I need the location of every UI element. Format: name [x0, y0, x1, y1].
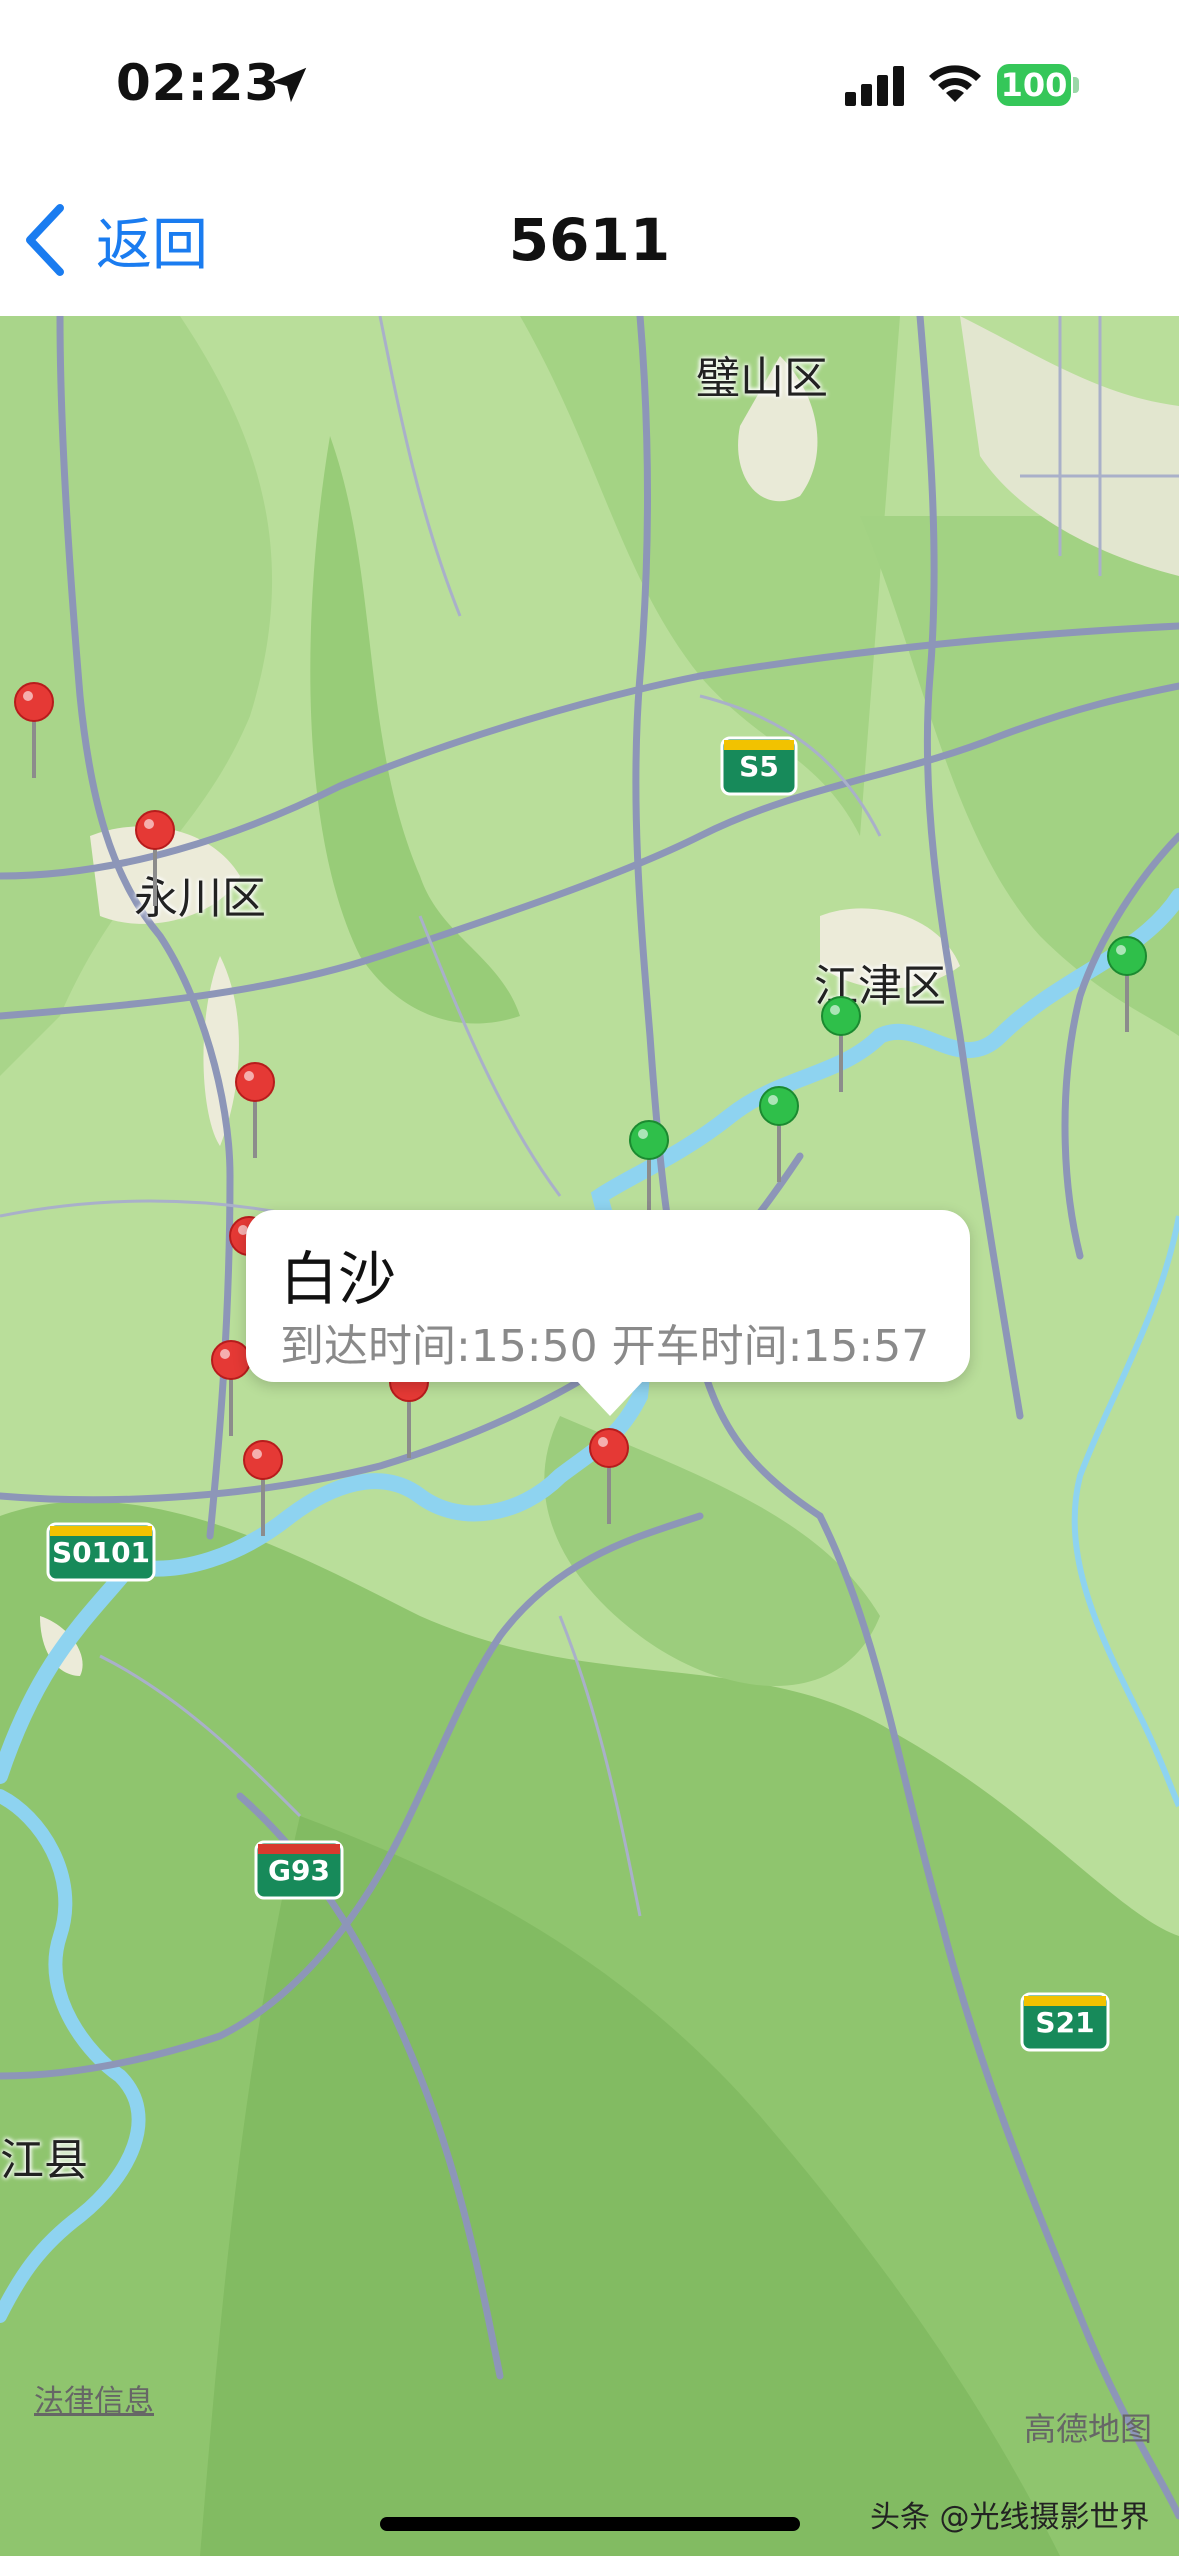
map-view[interactable]: 璧山区 永川区 江津区 江县 S5 S0101 G93 S21 白沙 到达时间:…	[0, 316, 1179, 2556]
highway-shield-s0101: S0101	[46, 1522, 156, 1582]
highway-shield-g93: G93	[254, 1840, 344, 1900]
callout-station-name: 白沙	[280, 1245, 397, 1313]
watermark: 头条 @光线摄影世界	[870, 2500, 1150, 2535]
station-pin-selected[interactable]	[584, 1428, 634, 1528]
place-label-bishan: 璧山区	[696, 353, 828, 404]
map-provider-logo: 高德地图	[1024, 2410, 1153, 2448]
station-pin-red[interactable]	[130, 810, 180, 910]
legal-info-link[interactable]: 法律信息	[34, 2376, 154, 2420]
status-time: 02:23	[116, 54, 281, 112]
highway-shield-s5: S5	[720, 736, 798, 796]
station-pin-green[interactable]	[624, 1120, 674, 1220]
battery-level: 100	[1000, 66, 1068, 104]
callout-times: 到达时间:15:50 开车时间:15:57	[280, 1321, 930, 1372]
wifi-icon	[929, 65, 981, 102]
status-bar: 02:23 100	[0, 0, 1179, 170]
location-arrow-icon	[271, 67, 307, 103]
station-pin-green[interactable]	[816, 996, 866, 1096]
cellular-signal-icon	[845, 66, 904, 106]
highway-shield-s21: S21	[1020, 1992, 1110, 2052]
station-pin-red[interactable]	[230, 1062, 280, 1162]
callout-tail	[576, 1380, 644, 1416]
place-label-jiangxian: 江县	[0, 2135, 88, 2186]
station-pin-red[interactable]	[9, 682, 59, 782]
home-indicator	[380, 2517, 800, 2531]
battery-icon: 100	[997, 64, 1081, 108]
navigation-bar: 返回 5611	[0, 170, 1179, 316]
station-pin-green[interactable]	[1102, 936, 1152, 1036]
station-callout[interactable]: 白沙 到达时间:15:50 开车时间:15:57	[246, 1210, 970, 1416]
page-title: 5611	[508, 206, 671, 274]
station-pin-green[interactable]	[754, 1086, 804, 1186]
station-pin-red[interactable]	[238, 1440, 288, 1540]
